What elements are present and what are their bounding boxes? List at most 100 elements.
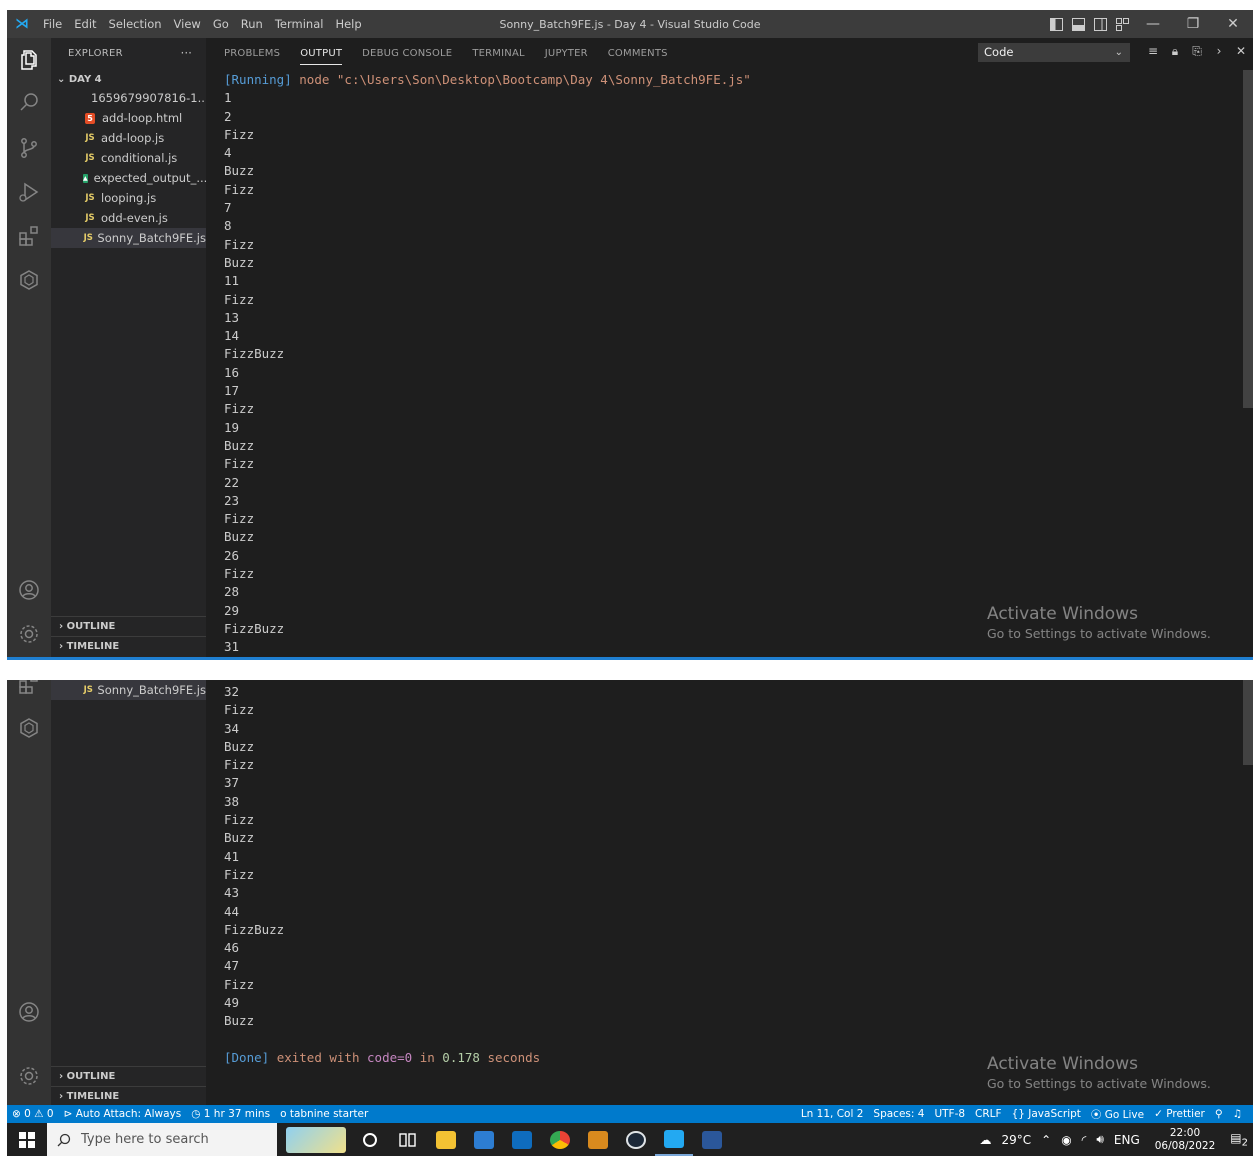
line-ending[interactable]: CRLF [975,1108,1002,1120]
timeline-section[interactable]: › TIMELINE [51,636,206,656]
file-explorer-icon[interactable] [427,1123,465,1156]
notification-center-icon[interactable]: ▤2 [1230,1131,1248,1148]
file-item[interactable]: JS odd-even.js [51,208,206,228]
scroll-thumb[interactable] [1243,680,1253,765]
more-actions-icon[interactable]: ··· [181,46,192,60]
output-line: 23 [224,492,240,508]
mail-icon[interactable] [503,1123,541,1156]
toggle-sidebar-icon[interactable] [1049,17,1063,31]
file-item[interactable]: 5 add-loop.html [51,108,206,128]
go-live-button[interactable]: ⦿ Go Live [1091,1107,1144,1122]
toggle-secondary-sidebar-icon[interactable] [1093,17,1107,31]
gear-icon[interactable] [17,622,41,646]
language-mode[interactable]: {} JavaScript [1012,1108,1081,1120]
tray-overflow-icon[interactable]: ⌃ [1041,1133,1051,1147]
tab-jupyter[interactable]: JUPYTER [545,38,588,70]
toggle-panel-icon[interactable] [1071,17,1085,31]
search-icon[interactable] [17,90,41,114]
menu-edit[interactable]: Edit [68,17,102,31]
accounts-icon[interactable] [17,1000,41,1024]
extensions-icon[interactable] [17,680,41,696]
remote-explorer-icon[interactable] [17,268,41,292]
outline-section[interactable]: › OUTLINE [51,1066,206,1086]
menu-run[interactable]: Run [235,17,269,31]
remote-explorer-icon[interactable] [17,716,41,740]
open-in-editor-icon[interactable]: ⎘ [1186,44,1208,59]
file-item[interactable]: ▲ expected_output_... [51,168,206,188]
output-scrollbar[interactable] [1243,680,1253,1105]
auto-attach-status[interactable]: ⊳ Auto Attach: Always [64,1108,182,1120]
close-icon[interactable]: ✕ [1213,10,1253,38]
session-timer[interactable]: ◷ 1 hr 37 mins [191,1108,270,1120]
cursor-position[interactable]: Ln 11, Col 2 [801,1108,864,1120]
taskbar-search-input[interactable]: Type here to search [47,1123,277,1156]
run-debug-icon[interactable] [17,180,41,204]
network-icon[interactable]: ◉ [1061,1133,1071,1147]
feedback-icon[interactable]: ⚲ [1215,1108,1223,1120]
minimize-icon[interactable]: — [1133,10,1173,38]
windows-start-icon[interactable] [7,1123,47,1156]
cortana-icon[interactable] [351,1123,389,1156]
menu-view[interactable]: View [168,17,207,31]
encoding[interactable]: UTF-8 [934,1108,965,1120]
tab-debug-console[interactable]: DEBUG CONSOLE [362,38,452,70]
file-item-selected[interactable]: JS Sonny_Batch9FE.js [51,680,206,700]
accounts-icon[interactable] [17,578,41,602]
file-item[interactable]: JS conditional.js [51,148,206,168]
output-channel-select[interactable]: Code ⌄ [978,43,1130,62]
outline-section[interactable]: › OUTLINE [51,616,206,636]
menu-selection[interactable]: Selection [103,17,168,31]
file-item[interactable]: JS add-loop.js [51,128,206,148]
chrome-icon[interactable] [541,1123,579,1156]
output-line: Buzz [224,254,255,270]
extensions-icon[interactable] [17,224,41,248]
weather-widget-icon[interactable] [281,1123,351,1156]
system-clock[interactable]: 22:00 06/08/2022 [1155,1127,1216,1153]
task-view-icon[interactable] [389,1123,427,1156]
tab-problems[interactable]: PROBLEMS [224,38,280,70]
tab-comments[interactable]: COMMENTS [608,38,668,70]
menu-help[interactable]: Help [329,17,367,31]
vscode-taskbar-icon[interactable] [655,1123,693,1156]
menu-terminal[interactable]: Terminal [269,17,330,31]
input-language[interactable]: ENG [1114,1133,1140,1147]
scroll-thumb[interactable] [1243,70,1253,408]
tab-output[interactable]: OUTPUT [300,43,343,65]
weather-icon[interactable]: ☁ [979,1133,991,1147]
file-item[interactable]: 1659679907816-1... [51,88,206,108]
temperature[interactable]: 29°C [1001,1133,1031,1147]
volume-icon[interactable]: 🔊︎ [1096,1132,1104,1147]
source-control-icon[interactable] [17,136,41,160]
restore-icon[interactable]: ❐ [1173,10,1213,38]
menu-go[interactable]: Go [207,17,235,31]
windows-taskbar: Type here to search ☁ 29°C ⌃ ◉ ◜ 🔊︎ ENG … [7,1123,1253,1156]
folder-day4[interactable]: ⌄ DAY 4 [57,74,102,85]
output-line: Fizz [224,181,255,197]
file-item[interactable]: JS looping.js [51,188,206,208]
steam-icon[interactable] [617,1123,655,1156]
clear-output-icon[interactable]: ≡ [1142,44,1164,59]
output-line: Fizz [224,757,255,773]
menu-file[interactable]: File [37,17,68,31]
wifi-icon[interactable]: ◜ [1082,1133,1087,1147]
timeline-section[interactable]: › TIMELINE [51,1086,206,1106]
store-icon[interactable] [465,1123,503,1156]
prettier-status[interactable]: ✓ Prettier [1154,1108,1205,1120]
tabnine-status[interactable]: o tabnine starter [280,1108,368,1120]
running-cmd: node [299,72,330,87]
file-item-selected[interactable]: JS Sonny_Batch9FE.js [51,228,206,248]
word-icon[interactable] [693,1123,731,1156]
gear-icon[interactable] [17,1064,41,1088]
lock-icon[interactable]: 🔒︎ [1164,44,1186,59]
notepad-icon[interactable] [579,1123,617,1156]
close-panel-icon[interactable]: ✕ [1230,44,1252,59]
chevron-right-icon[interactable]: › [1208,44,1230,59]
notifications-icon[interactable]: ♫ [1233,1108,1242,1120]
problems-status[interactable]: ⊗ 0 ⚠ 0 [12,1108,54,1120]
explorer-icon[interactable] [17,48,41,72]
tab-terminal[interactable]: TERMINAL [472,38,524,70]
clock-icon: ◷ [191,1108,201,1120]
output-scrollbar[interactable] [1243,70,1253,660]
customize-layout-icon[interactable] [1115,17,1129,31]
indentation[interactable]: Spaces: 4 [873,1108,924,1120]
